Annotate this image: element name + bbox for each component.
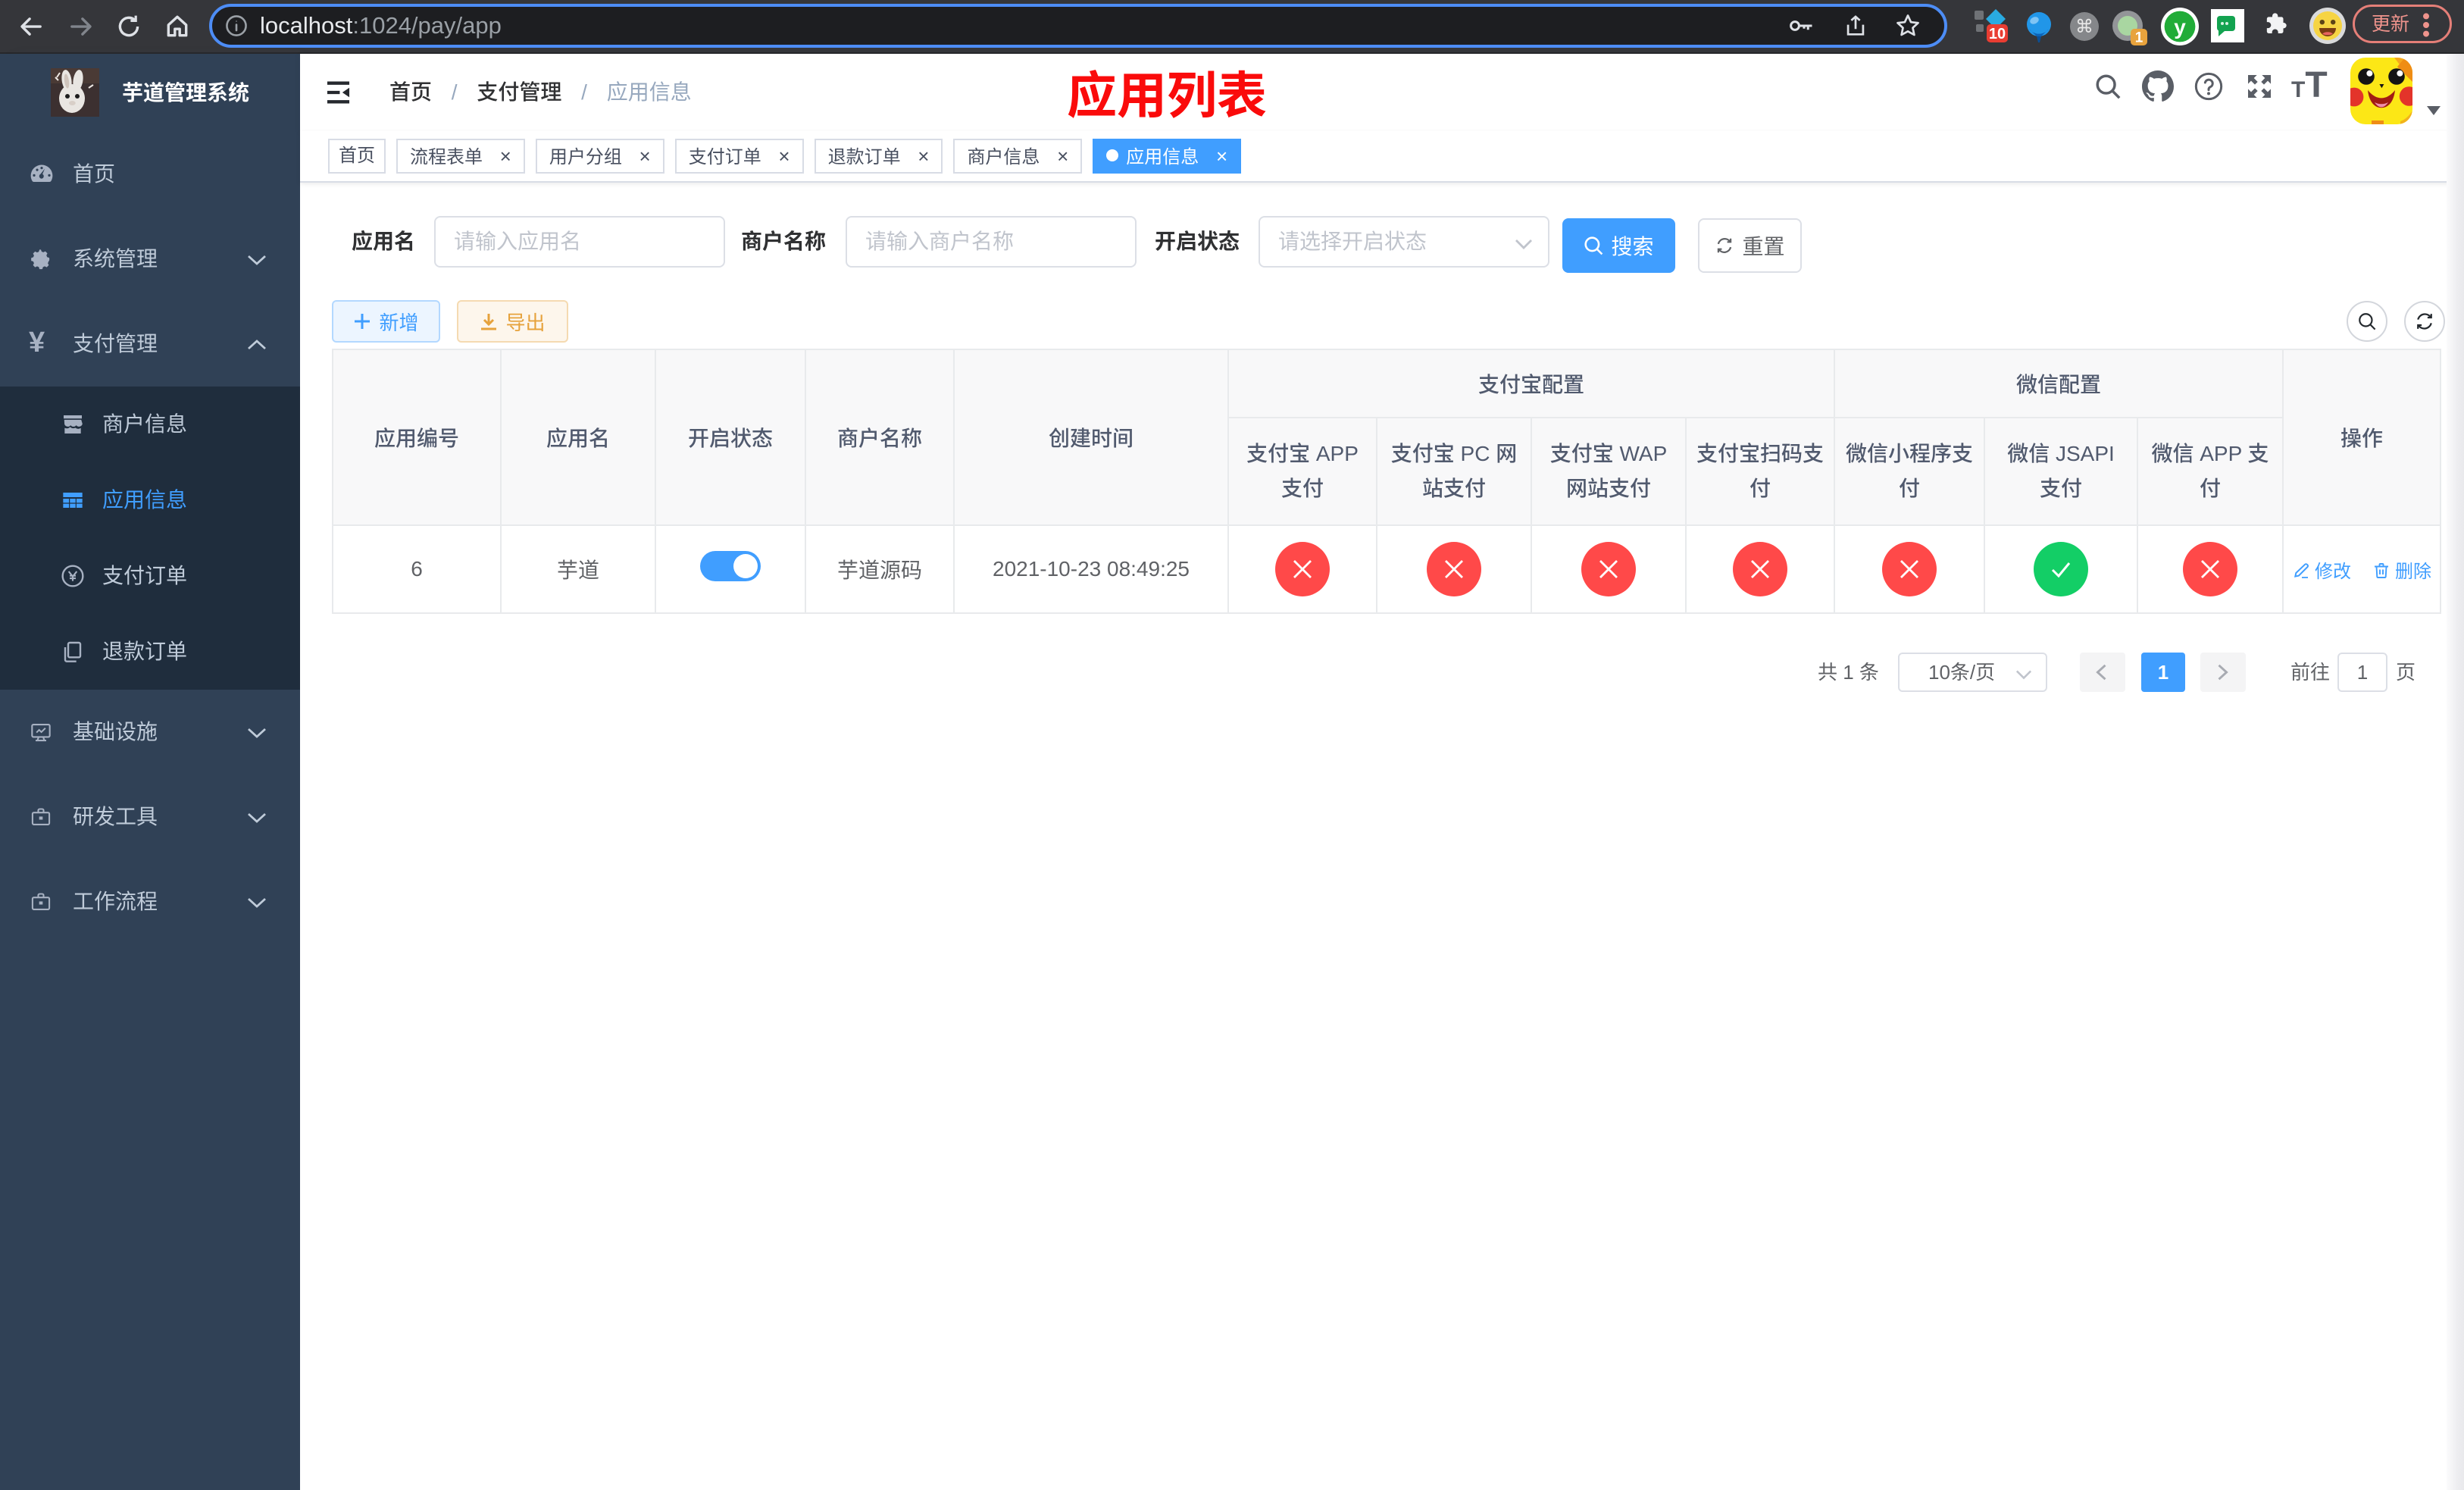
svg-text:10: 10 bbox=[1989, 26, 2006, 42]
svg-text:1: 1 bbox=[2135, 30, 2143, 45]
svg-text:y: y bbox=[2174, 15, 2186, 39]
svg-text:⌘: ⌘ bbox=[2075, 17, 2093, 37]
